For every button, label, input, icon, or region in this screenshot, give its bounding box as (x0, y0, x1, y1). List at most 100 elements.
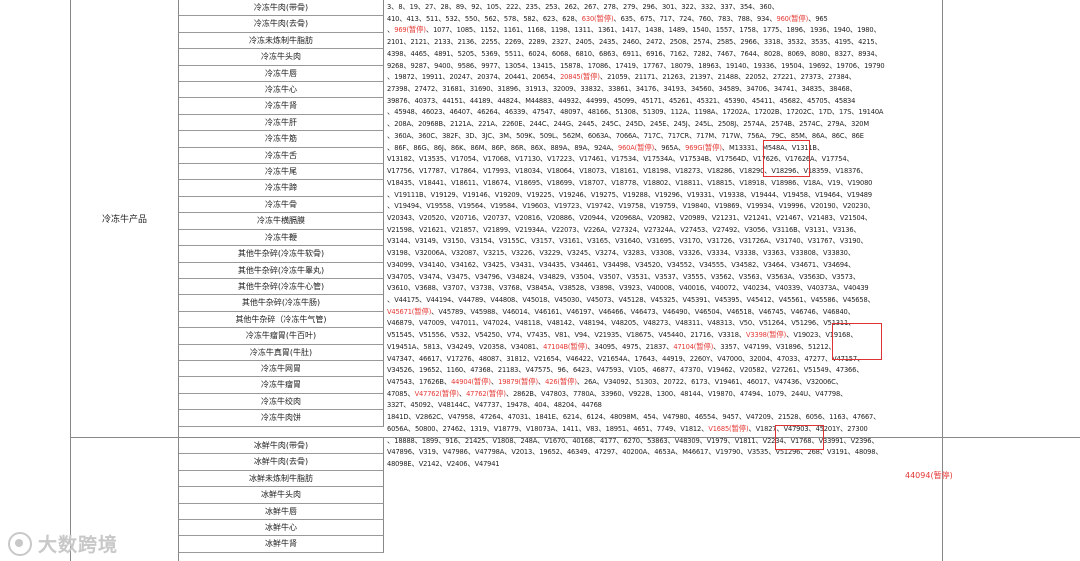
plant-code-text: V34705、V3474、V3475、V34796、V34824、V34829、… (387, 271, 860, 281)
plant-code-text: 、635、675、717、724、760、783、788、934、 (613, 13, 777, 23)
product-item: 冷冻牛舌 (179, 147, 384, 165)
suspended-code: 47104B(暂停) (543, 341, 588, 351)
product-item: 冷冻牛瘤胃 (179, 377, 384, 394)
plant-code-text: 、3357、V47199、V31896、51212、 (713, 341, 836, 351)
plant-code-text: V34099、V34140、V34162、V3425、V3431、V34435、… (387, 259, 856, 269)
suspended-code: V45671(暂停) (387, 306, 432, 316)
plant-code-line: V47543、17626B、44904(暂停)、19879(暂停)、426(暂停… (387, 376, 940, 388)
plant-code-line: 410、413、511、532、550、562、578、582、623、628、… (387, 13, 940, 25)
product-item: 冷冻牛骨 (179, 196, 384, 214)
plant-code-line: 、V19494、V19558、V19564、V19584、V19603、V197… (387, 200, 940, 212)
category-label: 冷冻牛产品 (101, 215, 147, 225)
plant-code-line: V3610、V3688、V3707、V3738、V3768、V3845A、V38… (387, 282, 940, 294)
product-item: 冷冻牛瘤胃(牛百叶) (179, 328, 384, 345)
plant-code-text: V51545、V51556、V532、V54250、V74、V7435、V81、… (387, 330, 747, 340)
plant-code-line: 、86F、86G、86J、86K、86M、86P、86R、86X、889A、89… (387, 142, 940, 154)
plant-code-text: 、965 (808, 13, 828, 23)
plant-code-line: 、208A、20968B、2121A、221A、2260E、244C、244G、… (387, 118, 940, 130)
plant-code-text: 、V45789、V45988、V46014、V46161、V46197、V464… (431, 306, 855, 316)
plant-code-line: 2101、2121、2133、2136、2255、2269、2289、2327、… (387, 36, 940, 48)
plant-code-text: V3610、V3688、V3707、V3738、V3768、V3845A、V38… (387, 283, 869, 293)
plant-code-line: 9268、9287、9400、9586、9977、13054、13415、158… (387, 60, 940, 72)
product-item: 其他牛杂碎(冷冻牛肠) (179, 295, 384, 312)
product-item: 冰鲜牛肉(带骨) (179, 438, 384, 455)
product-item: 冷冻牛心 (179, 82, 384, 99)
product-item: 冷冻牛肉饼 (179, 410, 384, 427)
product-item: 冷冻牛唇 (179, 65, 384, 83)
product-item: 冷冻牛绞肉 (179, 393, 384, 411)
plant-code-text: V21598、V21621、V21857、V21899、V21934A、V220… (387, 224, 861, 234)
suspended-code: 960(暂停) (776, 13, 809, 23)
plant-code-text: V34526、19652、1160、47368、21183、V47575、96、… (387, 365, 864, 375)
plant-code-text: 、965A、 (654, 142, 686, 152)
plant-code-text: 、V44175、V44194、V44789、V44808、V45018、V450… (387, 294, 875, 304)
plant-code-line: 6056A、50800、27462、1319、V18779、V18073A、14… (387, 423, 940, 435)
suspended-code: 44904(暂停) (451, 377, 491, 386)
product-item: 冷冻牛尾 (179, 164, 384, 181)
product-item: 冰鲜牛肉(去骨) (179, 454, 384, 471)
product-item: 冰鲜牛心 (179, 520, 384, 537)
suspended-code: V3398(暂停) (746, 330, 787, 340)
plant-code-line: 、V19111B、V19129、V19146、V19209、V19225、V19… (387, 189, 940, 201)
plant-code-line: V3198、V32006A、V32087、V3215、V3226、V3229、V… (387, 247, 940, 259)
product-item: 冰鲜未炼制牛脂肪 (179, 470, 384, 488)
plant-code-line: V17756、V17787、V17864、V17993、V18034、V1806… (387, 165, 940, 177)
plant-code-text: 、19872、19911、20247、20374、20441、20654、 (387, 72, 561, 82)
product-item: 冷冻牛网胃 (179, 360, 384, 378)
plant-code-text: V47347、46617、V17276、48087、31812、V21654、V… (387, 353, 865, 363)
product-item: 冷冻牛肝 (179, 114, 384, 132)
plant-code-text: 47085、 (387, 388, 415, 398)
suspended-code: 630(暂停) (581, 13, 614, 23)
plant-code-line: V21598、V21621、V21857、V21899、V21934A、V220… (387, 224, 940, 236)
plant-code-text: 410、413、511、532、550、562、578、582、623、628、 (387, 13, 582, 23)
section-divider (71, 437, 1080, 438)
plant-code-line: V34099、V34140、V34162、V3425、V3431、V34435、… (387, 259, 940, 271)
suspended-code: 20845(暂停) (560, 72, 600, 82)
plant-code-text: 、1077、1085、1152、1161、1168、1198、1311、1361… (425, 25, 881, 35)
plant-code-text: 2101、2121、2133、2136、2255、2269、2289、2327、… (387, 37, 882, 47)
plant-code-text: 、360A、360C、382F、3D、3JC、3M、509K、509L、562M… (387, 130, 864, 140)
fresh-suspended-note: 44094(暂停) (905, 471, 953, 480)
plant-code-line: V34526、19652、1160、47368、21183、V47575、96、… (387, 364, 940, 376)
plant-code-line: V45671(暂停)、V45789、V45988、V46014、V46161、V… (387, 306, 940, 318)
product-item: 冷冻牛真胃(牛肚) (179, 344, 384, 361)
product-item: 冷冻未炼制牛脂肪 (179, 32, 384, 50)
plant-code-text: 、2862B、V47803、7780A、33960、V9228、1300、481… (505, 388, 848, 398)
suspended-code: 47104(暂停) (673, 341, 714, 351)
suspended-code: 969(暂停) (394, 25, 426, 35)
product-item: 冷冻牛肉(去骨) (179, 16, 384, 33)
suspended-code: 960A(暂停) (618, 142, 655, 152)
plant-code-line: 332T、45092、V48144C、V47737、19478、404、4820… (387, 399, 940, 411)
product-item: 冷冻牛蹄 (179, 180, 384, 197)
product-item: 冷冻牛筋 (179, 131, 384, 148)
product-item: 冷冻牛横膈膜 (179, 213, 384, 230)
product-item: 冰鲜牛唇 (179, 503, 384, 521)
plant-code-line: V34705、V3474、V3475、V34796、V34824、V34829、… (387, 271, 940, 283)
plant-code-text: 27398、27472、31681、31690、31896、31913、3200… (387, 84, 857, 94)
plant-code-text: 、V19111B、V19129、V19146、V19209、V19225、V19… (387, 189, 872, 199)
plant-code-text: V3198、V32006A、V32087、V3215、V3226、V3229、V… (387, 248, 855, 258)
highlight-box (832, 323, 882, 360)
plant-code-text: 、21059、21171、21263、21397、21488、22052、272… (599, 72, 856, 82)
plant-code-text: 、V19494、V19558、V19564、V19584、V19603、V197… (387, 201, 875, 211)
plant-code-line: 39876、40373、44151、44189、44824、M44883、449… (387, 95, 940, 107)
product-item: 冷冻牛肾 (179, 98, 384, 115)
suspended-code: 969G(暂停) (685, 142, 722, 152)
product-item: 冷冻牛肉(带骨) (179, 0, 384, 17)
plant-codes-cell: 3、8、19、27、28、89、92、105、222、235、253、262、2… (385, 0, 943, 561)
fresh-product-list: 冰鲜牛肉(带骨) 冰鲜牛肉(去骨) 冰鲜未炼制牛脂肪 冰鲜牛头肉 冰鲜牛唇 冰鲜牛心 冰鲜牛… (179, 438, 384, 553)
category-frozen-beef: 冷冻牛产品 (71, 0, 179, 438)
plant-code-text: 3、8、19、27、28、89、92、105、222、235、253、262、2… (387, 2, 779, 11)
product-item: 其他牛杂碎(冷冻牛心管) (179, 278, 384, 296)
plant-code-line: 4398、4465、4891、5205、5369、5511、6024、6068、… (387, 48, 940, 60)
plant-code-line: 、V44175、V44194、V44789、V44808、V45018、V450… (387, 294, 940, 306)
watermark-logo-icon (8, 531, 32, 556)
plant-code-text: V18435、V18441、V18611、V18674、V18695、V1869… (387, 177, 873, 187)
plant-code-line: 1841D、V2862C、V47958、47264、47031、1841E、62… (387, 411, 940, 423)
plant-code-text: 、208A、20968B、2121A、221A、2260E、244C、244G、… (387, 119, 869, 129)
plant-code-text: 1841D、V2862C、V47958、47264、47031、1841E、62… (387, 412, 881, 422)
plant-code-line: 47085、V47762(暂停)、47762(暂停)、2862B、V47803、… (387, 388, 940, 400)
frozen-product-list: 冷冻牛肉(带骨) 冷冻牛肉(去骨) 冷冻未炼制牛脂肪 冷冻牛头肉 冷冻牛唇 冷冻牛心 冷冻牛… (179, 0, 384, 427)
plant-code-text: V3144、V3149、V3150、V3154、V3155C、V3157、V31… (387, 236, 868, 246)
plant-code-line: 、360A、360C、382F、3D、3JC、3M、509K、509L、562M… (387, 130, 940, 142)
